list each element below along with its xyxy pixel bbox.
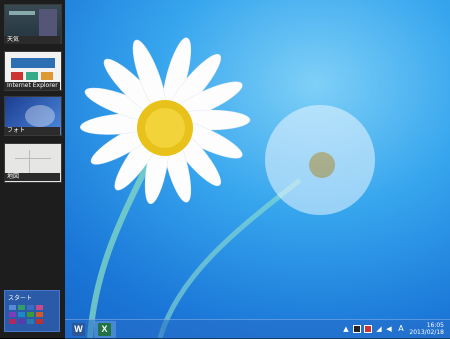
ie-thumb-tile xyxy=(41,72,53,80)
word-icon: W xyxy=(72,323,85,336)
start-label: スタート xyxy=(8,295,33,302)
photos-app-label: フォト xyxy=(4,127,60,135)
word-taskbar-button[interactable]: W xyxy=(68,321,90,338)
start-mini-tile xyxy=(27,312,34,317)
app-switcher-panel: 天気 Internet Explorer フォト 地図 スタート xyxy=(0,0,65,338)
start-mini-tile xyxy=(36,312,43,317)
map-road xyxy=(15,158,51,159)
ie-app-label: Internet Explorer xyxy=(4,82,60,90)
excel-taskbar-button[interactable]: X xyxy=(94,321,116,338)
ie-thumb-tile xyxy=(26,72,38,80)
start-mini-tile xyxy=(9,305,16,310)
excel-icon: X xyxy=(98,323,111,336)
show-hidden-icons-icon[interactable]: ▲ xyxy=(342,325,350,333)
start-mini-tile xyxy=(36,319,43,324)
clock-date: 2013/02/18 xyxy=(409,329,444,336)
start-mini-tile xyxy=(9,312,16,317)
weather-app-label: 天気 xyxy=(4,36,60,44)
security-alert-icon[interactable] xyxy=(364,325,372,333)
start-mini-tile xyxy=(36,305,43,310)
network-icon[interactable]: ◢ xyxy=(375,325,383,333)
ime-indicator[interactable]: A xyxy=(397,325,405,333)
system-tray: ▲ ◢ ◀ A 16:05 2013/02/18 xyxy=(340,320,450,339)
start-mini-tile xyxy=(9,319,16,324)
maps-app-label: 地図 xyxy=(4,173,60,181)
taskbar: W X ▲ ◢ ◀ A 16:05 2013/02/18 xyxy=(65,319,450,339)
ie-thumb-banner xyxy=(11,58,55,68)
start-mini-tile xyxy=(27,305,34,310)
start-mini-tile xyxy=(27,319,34,324)
weather-thumb-detail xyxy=(39,9,57,37)
action-center-icon[interactable] xyxy=(353,325,361,333)
daisy-flower-image xyxy=(80,37,375,338)
start-screen-thumbnail[interactable]: スタート xyxy=(4,290,60,332)
weather-thumb-detail xyxy=(9,11,35,15)
start-mini-tile xyxy=(18,319,25,324)
volume-icon[interactable]: ◀ xyxy=(385,325,393,333)
ie-thumb-tile xyxy=(11,72,23,80)
start-mini-tile xyxy=(18,305,25,310)
start-mini-tile xyxy=(18,312,25,317)
desktop-wallpaper xyxy=(0,0,450,338)
clock-time: 16:05 xyxy=(426,322,444,329)
photos-thumb-detail xyxy=(25,105,55,127)
clock[interactable]: 16:05 2013/02/18 xyxy=(409,322,444,336)
